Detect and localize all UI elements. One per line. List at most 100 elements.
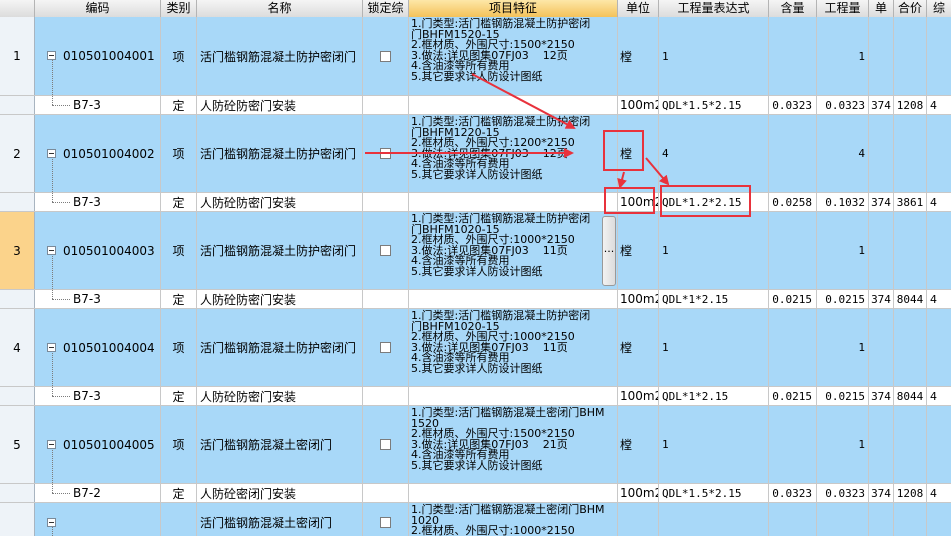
quota-sub-row[interactable]: B7-3 定人防砼防密门安装 100m2 QDL*1.2*2.15 0.0258 0.10… [0,193,951,212]
cell-name[interactable]: 人防砼防密门安装 [197,290,363,308]
cell-total[interactable]: 3861 [894,193,927,211]
cell-expr[interactable]: QDL*1.5*2.15 [659,484,769,502]
cell-code[interactable] [35,503,161,536]
cell-content[interactable] [769,115,817,192]
cell-name[interactable]: 活门槛钢筋混凝土防护密闭门 [197,115,363,192]
cell-feature[interactable]: 1.门类型:活门槛钢筋混凝土防护密闭 门BHFM1520-15 2.框材质、外围… [409,17,618,95]
lock-checkbox[interactable] [380,342,391,353]
cell-type[interactable]: 定 [161,96,197,114]
row-number[interactable] [0,503,35,536]
cell-more[interactable] [927,115,951,192]
cell-unit-price[interactable] [869,309,894,386]
cell-unit-price[interactable]: 374 [869,96,894,114]
row-number[interactable] [0,290,35,308]
cell-total[interactable] [894,503,927,536]
cell-feature[interactable] [409,193,618,211]
cell-expr[interactable]: QDL*1*2.15 [659,387,769,405]
cell-type[interactable]: 项 [161,17,197,95]
cell-expr[interactable] [659,503,769,536]
cell-more[interactable] [927,406,951,483]
cell-more[interactable]: 4 [927,387,951,405]
cell-lock[interactable] [363,115,409,192]
cell-lock[interactable] [363,96,409,114]
cell-name[interactable]: 活门槛钢筋混凝土密闭门 [197,406,363,483]
cell-name[interactable]: 人防砼防密门安装 [197,387,363,405]
cell-code[interactable]: 010501004003 [35,212,161,289]
list-item-row[interactable]: 2 010501004002 项活门槛钢筋混凝土防护密闭门 1.门类型:活门槛钢筋混凝… [0,115,951,193]
cell-expr[interactable]: 1 [659,309,769,386]
cell-content[interactable] [769,406,817,483]
cell-feature[interactable]: 1.门类型:活门槛钢筋混凝土防护密闭 门BHFM1020-15 2.框材质、外围… [409,212,618,289]
cell-total[interactable] [894,406,927,483]
collapse-toggle-icon[interactable] [47,51,56,60]
cell-more[interactable]: 4 [927,193,951,211]
cell-unit-price[interactable] [869,406,894,483]
cell-unit[interactable]: 100m2 [618,387,659,405]
cell-lock[interactable] [363,387,409,405]
cell-name[interactable]: 活门槛钢筋混凝土防护密闭门 [197,17,363,95]
lock-checkbox[interactable] [380,517,391,528]
collapse-toggle-icon[interactable] [47,245,56,255]
quota-sub-row[interactable]: B7-3 定人防砼防密门安装 100m2 QDL*1*2.15 0.0215 0.0215… [0,387,951,406]
cell-unit-price[interactable]: 374 [869,290,894,308]
header-content[interactable]: 含量 [769,0,817,17]
cell-total[interactable]: 8044 [894,290,927,308]
cell-expr[interactable]: QDL*1.2*2.15 [659,193,769,211]
row-number[interactable]: 5 [0,406,35,483]
cell-unit[interactable]: 樘 [618,406,659,483]
cell-more[interactable] [927,309,951,386]
cell-unit[interactable]: 100m2 [618,96,659,114]
row-number[interactable]: 2 [0,115,35,192]
cell-type[interactable] [161,503,197,536]
lock-checkbox[interactable] [380,50,391,62]
cell-feature[interactable]: 1.门类型:活门槛钢筋混凝土防护密闭 门BHFM1220-15 2.框材质、外围… [409,115,618,192]
quota-sub-row[interactable]: B7-2 定人防砼密闭门安装 100m2 QDL*1.5*2.15 0.0323 0.03… [0,484,951,503]
header-name[interactable]: 名称 [197,0,363,17]
cell-name[interactable]: 活门槛钢筋混凝土密闭门 [197,503,363,536]
cell-unit-price[interactable] [869,212,894,289]
cell-total[interactable] [894,212,927,289]
cell-name[interactable]: 人防砼防密门安装 [197,193,363,211]
collapse-toggle-icon[interactable] [47,342,56,352]
cell-amount[interactable]: 1 [817,406,869,483]
cell-total[interactable]: 8044 [894,387,927,405]
header-code[interactable]: 编码 [35,0,161,17]
cell-expr[interactable]: QDL*1.5*2.15 [659,96,769,114]
cell-expr[interactable]: 4 [659,115,769,192]
cell-more[interactable] [927,503,951,536]
cell-code[interactable]: 010501004005 [35,406,161,483]
cell-unit-price[interactable]: 374 [869,193,894,211]
cell-type[interactable]: 项 [161,212,197,289]
cell-unit-price[interactable] [869,503,894,536]
cell-amount[interactable]: 1 [817,309,869,386]
cell-lock[interactable] [363,484,409,502]
cell-amount[interactable]: 0.0323 [817,96,869,114]
cell-lock[interactable] [363,193,409,211]
cell-name[interactable]: 人防砼密闭门安装 [197,484,363,502]
cell-type[interactable]: 项 [161,309,197,386]
lock-checkbox[interactable] [380,245,391,256]
cell-unit[interactable]: 樘 [618,212,659,289]
cell-amount[interactable] [817,503,869,536]
cell-content[interactable]: 0.0215 [769,290,817,308]
cell-more[interactable]: 4 [927,290,951,308]
cell-lock[interactable] [363,309,409,386]
cell-unit[interactable]: 樘 [618,115,659,192]
cell-amount[interactable]: 1 [817,17,869,95]
cell-expr[interactable]: QDL*1*2.15 [659,290,769,308]
cell-feature[interactable]: 1.门类型:活门槛钢筋混凝土密闭门BHM 1020 2.框材质、外围尺寸:100… [409,503,618,536]
cell-content[interactable]: 0.0323 [769,96,817,114]
cell-total[interactable]: 1208 [894,484,927,502]
cell-feature[interactable] [409,96,618,114]
cell-feature[interactable]: 1.门类型:活门槛钢筋混凝土密闭门BHM 1520 2.框材质、外围尺寸:150… [409,406,618,483]
cell-unit-price[interactable]: 374 [869,484,894,502]
cell-feature[interactable] [409,387,618,405]
list-item-row[interactable]: 1 010501004001 项活门槛钢筋混凝土防护密闭门 1.门类型:活门槛钢筋混凝… [0,17,951,96]
quota-sub-row[interactable]: B7-3 定人防砼防密门安装 100m2 QDL*1.5*2.15 0.0323 0.03… [0,96,951,115]
row-number[interactable]: 4 [0,309,35,386]
collapse-toggle-icon[interactable] [47,148,56,158]
cell-lock[interactable] [363,17,409,95]
row-number[interactable]: 1 [0,17,35,95]
header-unit-price[interactable]: 单 [869,0,894,17]
list-item-row[interactable]: 4 010501004004 项活门槛钢筋混凝土防护密闭门 1.门类型:活门槛钢筋混凝… [0,309,951,387]
